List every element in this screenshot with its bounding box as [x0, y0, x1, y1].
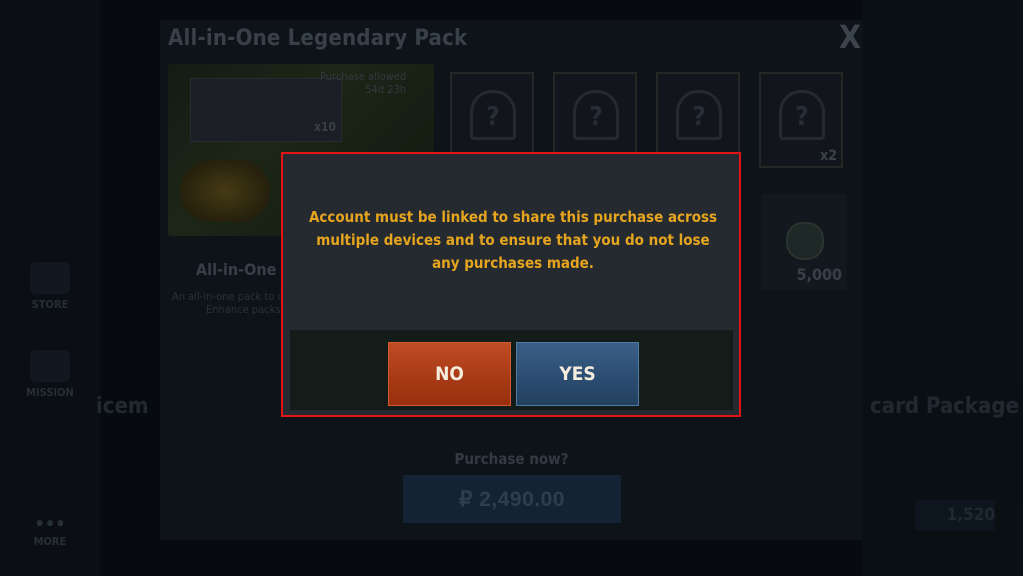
dialog-footer [290, 330, 733, 410]
no-button[interactable]: NO [388, 342, 511, 406]
yes-button[interactable]: YES [516, 342, 639, 406]
dialog-message: Account must be linked to share this pur… [308, 208, 718, 272]
dialog-body: Account must be linked to share this pur… [290, 154, 733, 330]
account-link-dialog: Account must be linked to share this pur… [281, 152, 741, 417]
